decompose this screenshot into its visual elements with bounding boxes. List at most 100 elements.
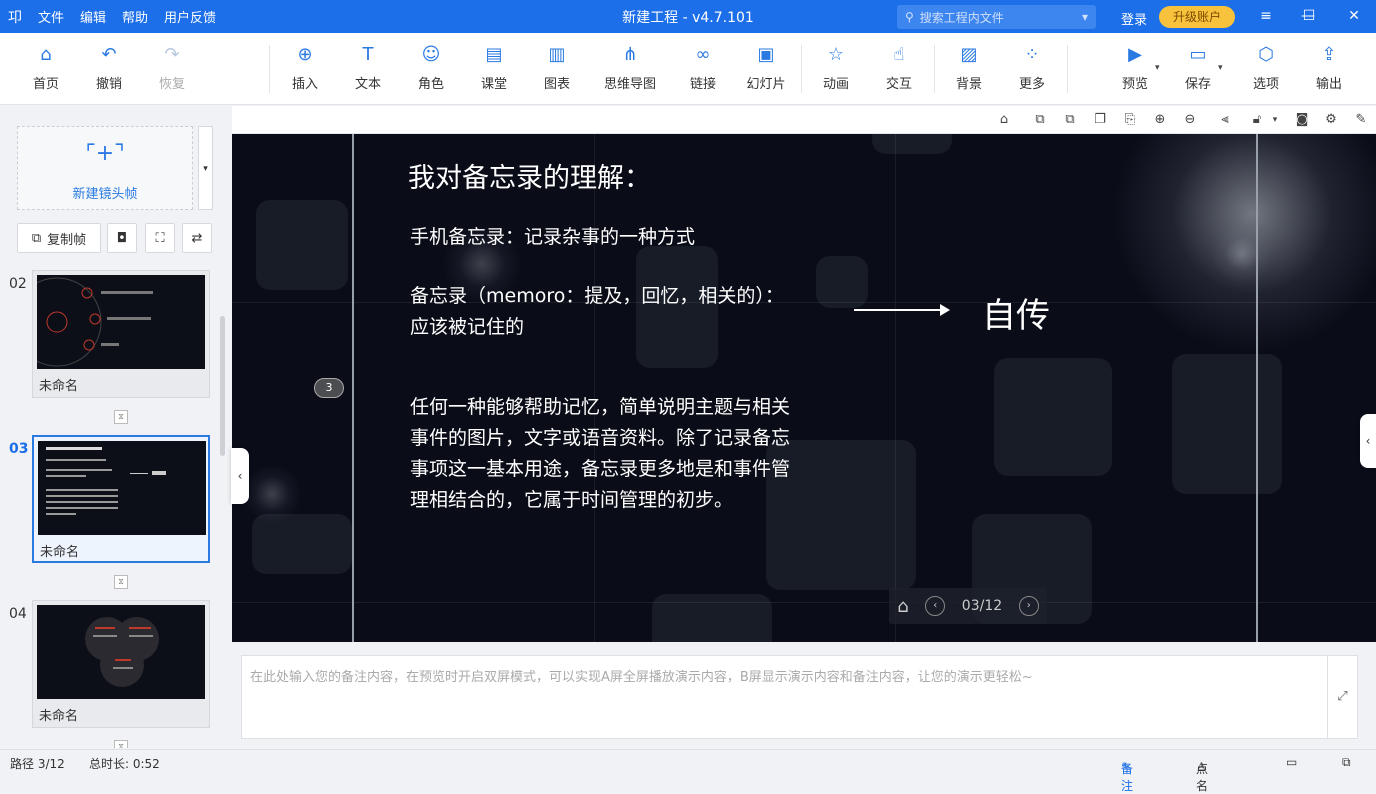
notes-toggle-label: 备注 — [1121, 762, 1134, 793]
transition-icon[interactable]: ⧖ — [114, 410, 128, 424]
frame-boundary — [1256, 134, 1258, 642]
zoom-out-icon[interactable]: ⊖ — [1181, 112, 1199, 127]
close-button[interactable]: ✕ — [1331, 0, 1376, 33]
menu-help[interactable]: 帮助 — [122, 7, 148, 26]
chevron-down-icon[interactable]: ▾ — [1155, 63, 1160, 73]
rollcall-label: 点名 — [1196, 762, 1209, 793]
presentation-canvas[interactable]: 我对备忘录的理解： 手机备忘录：记录杂事的一种方式 备忘录（memoro：提及，… — [232, 134, 1376, 642]
chart-button[interactable]: ▥ 图表 — [525, 43, 589, 92]
menu-feedback[interactable]: 用户反馈 — [164, 7, 216, 26]
transition-icon[interactable]: ⧖ — [114, 740, 128, 748]
plus-icon: ⌜+⌝ — [85, 141, 125, 166]
classroom-label: 课堂 — [480, 77, 507, 92]
role-label: 角色 — [417, 77, 444, 92]
layer-up-icon[interactable]: ⧉ — [1031, 112, 1049, 127]
home-icon[interactable]: ⌂ — [897, 596, 908, 617]
zoom-in-icon[interactable]: ⊕ — [1151, 112, 1169, 127]
menu-icon[interactable]: ≡ — [1243, 0, 1289, 33]
notes-input[interactable]: 在此处输入您的备注内容，在预览时开启双屏模式，可以实现A屏全屏播放演示内容，B屏… — [241, 655, 1358, 739]
app-logo: 卭 — [8, 9, 22, 26]
maximize-button[interactable]: ☐ — [1286, 0, 1332, 33]
next-slide-button[interactable]: › — [1018, 596, 1039, 616]
copy-icon[interactable]: ❐ — [1091, 112, 1109, 127]
classroom-button[interactable]: ▤ 课堂 — [462, 43, 526, 92]
link-label: 链接 — [689, 77, 716, 92]
camera-button[interactable]: ◘ — [107, 223, 137, 253]
chevron-down-icon[interactable]: ▾ — [1082, 10, 1088, 24]
interaction-icon: ☝ — [893, 44, 905, 65]
title-bar: 卭 文件 编辑 帮助 用户反馈 新建工程 - v4.7.101 ⚲ 搜索工程内文… — [0, 0, 1376, 33]
chevron-down-icon[interactable]: ▾ — [1266, 115, 1284, 125]
more-button[interactable]: ⁘ 更多 — [1000, 43, 1064, 92]
slides-button[interactable]: ▣ 幻灯片 — [734, 43, 798, 92]
layer-down-icon[interactable]: ⧉ — [1061, 112, 1079, 127]
slide-thumbnail[interactable]: 未命名 — [32, 600, 210, 728]
slide-preview-graphic — [85, 617, 159, 687]
animation-button[interactable]: ☆ 动画 — [804, 43, 868, 92]
search-input[interactable]: ⚲ 搜索工程内文件 ▾ — [897, 5, 1096, 29]
collapse-right-panel-button[interactable]: ‹ — [1360, 414, 1376, 468]
role-button[interactable]: ☺ 角色 — [399, 43, 463, 92]
redo-button[interactable]: ↷ 恢复 — [140, 43, 204, 92]
slide-name: 未命名 — [39, 379, 79, 394]
slide-text-1[interactable]: 手机备忘录：记录杂事的一种方式 — [410, 222, 695, 249]
settings-icon[interactable]: ⚙ — [1322, 112, 1340, 127]
home-view-icon[interactable]: ⌂ — [995, 112, 1013, 127]
chevron-down-icon[interactable]: ▾ — [1218, 63, 1223, 73]
new-frame-label: 新建镜头帧 — [72, 187, 138, 202]
slide-text-2[interactable]: 备忘录（memoro：提及，回忆，相关的）：应该被记住的 — [410, 281, 790, 343]
path-number-badge[interactable]: 3 — [314, 378, 344, 398]
home-button[interactable]: ⌂ 首页 — [14, 43, 78, 92]
lock-icon[interactable]: 🔓︎ — [1248, 112, 1266, 127]
background-button[interactable]: ▨ 背景 — [937, 43, 1001, 92]
role-icon: ☺ — [421, 44, 441, 65]
new-frame-button[interactable]: ⌜+⌝ 新建镜头帧 — [17, 126, 193, 210]
arrow-shape[interactable] — [854, 309, 946, 311]
window-icon[interactable]: ⧉ — [1342, 755, 1351, 770]
insert-button[interactable]: ⊕ 插入 — [273, 43, 337, 92]
bg-shape — [816, 256, 868, 308]
paste-icon[interactable]: ⎘ — [1121, 112, 1139, 127]
options-icon: ⬡ — [1258, 44, 1274, 65]
export-button[interactable]: ⇪ 输出 — [1297, 43, 1361, 92]
prev-slide-button[interactable]: ‹ — [925, 596, 946, 616]
interaction-button[interactable]: ☝ 交互 — [867, 43, 931, 92]
options-button[interactable]: ⬡ 选项 — [1234, 43, 1298, 92]
bg-shape — [994, 358, 1112, 476]
divider — [269, 45, 270, 93]
home-label: 首页 — [32, 77, 59, 92]
text-button[interactable]: T 文本 — [336, 43, 400, 92]
fit-frame-button[interactable]: ⛶ — [145, 223, 175, 253]
collapse-left-panel-button[interactable]: ‹ — [231, 448, 249, 504]
insert-label: 插入 — [291, 77, 318, 92]
scrollbar[interactable] — [220, 316, 225, 456]
menu-file[interactable]: 文件 — [38, 7, 64, 26]
login-button[interactable]: 登录 — [1121, 9, 1147, 28]
expand-icon[interactable]: ⤢ — [1327, 656, 1357, 738]
bg-glow — [242, 464, 302, 524]
screenshot-icon[interactable]: ◙ — [1293, 112, 1311, 127]
align-icon[interactable]: ⫷ — [1216, 112, 1234, 127]
slide-text-3[interactable]: 任何一种能够帮助记忆，简单说明主题与相关事件的图片，文字或语音资料。除了记录备忘… — [410, 392, 800, 516]
transition-icon[interactable]: ⧖ — [114, 575, 128, 589]
chart-label: 图表 — [543, 77, 570, 92]
chart-icon: ▥ — [548, 44, 566, 65]
slide-thumbnail-active[interactable]: 未命名 — [32, 435, 210, 563]
swap-button[interactable]: ⇄ — [182, 223, 212, 253]
new-frame-dropdown[interactable]: ▾ — [198, 126, 213, 210]
screen-icon[interactable]: ▭ — [1286, 755, 1297, 769]
menu-edit[interactable]: 编辑 — [80, 7, 106, 26]
text-label: 文本 — [354, 77, 381, 92]
slide-heading[interactable]: 我对备忘录的理解： — [408, 156, 651, 195]
copy-frame-button[interactable]: ⧉ 复制帧 — [17, 223, 101, 253]
link-button[interactable]: ∞ 链接 — [671, 43, 735, 92]
autobiography-text[interactable]: 自传 — [982, 288, 1050, 337]
mindmap-button[interactable]: ⋔ 思维导图 — [598, 43, 662, 92]
slide-thumbnail[interactable]: 未命名 — [32, 270, 210, 398]
bg-shape — [1172, 354, 1282, 494]
upgrade-button[interactable]: 升级账户 — [1159, 6, 1235, 28]
edit-icon[interactable]: ✎ — [1352, 112, 1370, 127]
fit-icon: ⛶ — [155, 230, 165, 246]
undo-button[interactable]: ↶ 撤销 — [77, 43, 141, 92]
text-icon: T — [362, 44, 374, 65]
